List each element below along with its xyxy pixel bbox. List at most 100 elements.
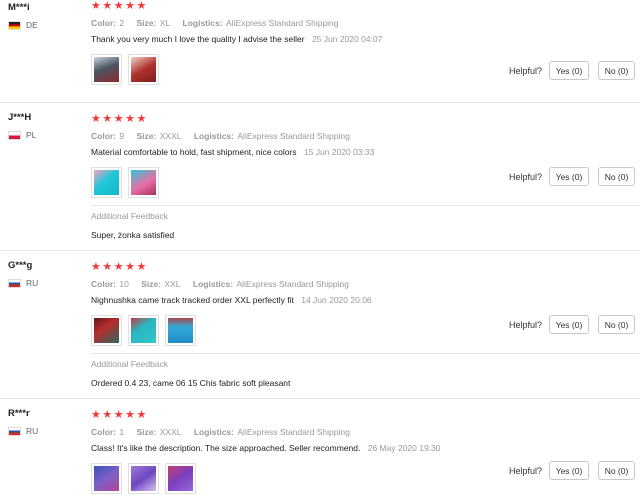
flag-de-icon [8,20,21,30]
helpful-yes-button[interactable]: Yes (0) [549,61,589,80]
review-item: R***r RU ★★★★★ Color: 1 Size: XXXL Logis… [0,400,640,501]
color-value: 2 [119,18,125,28]
purple-dress-photo-image [168,466,193,491]
color-label: Color: [91,427,117,437]
star-rating: ★★★★★ [91,113,148,125]
reviewer-country: PL [8,130,78,140]
review-comment: Nighnushka came track tracked order XXL … [91,295,511,306]
reviewer-info: G***g RU [8,260,78,288]
reviewer-info: M***i DE [8,2,78,30]
size-value: XXL [164,279,181,289]
helpful-yes-button[interactable]: Yes (0) [549,315,589,334]
review-date: 15 Jun 2020 03:33 [303,147,375,157]
review-photos [91,54,511,85]
additional-feedback: Additional Feedback Ordered 0.4 23, came… [91,353,640,389]
review-photo-thumbnail[interactable] [165,315,196,346]
helpful-no-button[interactable]: No (0) [598,61,635,80]
helpful-label: Helpful? [509,171,543,182]
country-code: RU [26,278,39,288]
reviewer-country: RU [8,426,78,436]
helpful-vote: Helpful? Yes (0) No (0) [509,461,635,480]
flag-pl-icon [8,130,21,140]
size-label: Size: [136,427,157,437]
review-content: ★★★★★ Color: 10 Size: XXL Logistics: Ali… [91,261,511,346]
review-content: ★★★★★ Color: 9 Size: XXXL Logistics: Ali… [91,113,511,198]
color-label: Color: [91,18,117,28]
logistics-value: AliExpress Standard Shipping [237,131,350,141]
additional-feedback-title: Additional Feedback [91,211,169,221]
helpful-yes-button[interactable]: Yes (0) [549,461,589,480]
helpful-vote: Helpful? Yes (0) No (0) [509,167,635,186]
size-label: Size: [141,279,162,289]
helpful-no-button[interactable]: No (0) [598,167,635,186]
blue-dress-photo-image [168,318,193,343]
review-item: J***H PL ★★★★★ Color: 9 Size: XXXL Logis… [0,104,640,251]
logistics-label: Logistics: [192,279,234,289]
review-photo-thumbnail[interactable] [165,463,196,494]
review-photos [91,167,511,198]
logistics-value: AliExpress Standard Shipping [226,18,339,28]
helpful-vote: Helpful? Yes (0) No (0) [509,315,635,334]
review-photo-thumbnail[interactable] [91,463,122,494]
review-comment: Material comfortable to hold, fast shipm… [91,147,511,158]
logistics-label: Logistics: [193,131,235,141]
review-photos [91,315,511,346]
color-label: Color: [91,279,117,289]
star-rating: ★★★★★ [91,0,148,12]
review-content: ★★★★★ Color: 1 Size: XXXL Logistics: Ali… [91,409,511,494]
review-content: ★★★★★ Color: 2 Size: XL Logistics: AliEx… [91,0,511,85]
review-photo-thumbnail[interactable] [128,463,159,494]
additional-feedback-text: Super, żonka satisfied [91,230,175,240]
purple-set-photo-image [131,466,156,491]
reviewer-info: R***r RU [8,408,78,436]
reviewer-country: RU [8,278,78,288]
additional-feedback-title: Additional Feedback [91,359,169,369]
flag-ru-icon [8,426,21,436]
blue-set-photo-image [94,466,119,491]
additional-feedback: Additional Feedback Super, żonka satisfi… [91,205,640,241]
color-value: 9 [119,131,125,141]
review-date: 14 Jun 2020 20:06 [301,295,372,305]
logistics-label: Logistics: [182,18,223,28]
review-photo-thumbnail[interactable] [128,315,159,346]
shirt-photo-image [94,57,119,82]
cyan-garment-photo-image [94,170,119,195]
pink-garment-photo-image [131,170,156,195]
red-garment-photo-image [131,57,156,82]
flag-ru-icon [8,278,21,288]
review-photo-thumbnail[interactable] [91,315,122,346]
review-photo-thumbnail[interactable] [128,54,159,85]
order-info: Color: 2 Size: XL Logistics: AliExpress … [91,18,511,28]
order-info: Color: 9 Size: XXXL Logistics: AliExpres… [91,131,511,141]
size-label: Size: [136,131,157,141]
comment-text: Material comfortable to hold, fast shipm… [91,147,297,157]
review-date: 25 Jun 2020 04:07 [311,34,383,44]
reviewer-name: R***r [8,408,30,419]
helpful-no-button[interactable]: No (0) [598,315,635,334]
helpful-label: Helpful? [509,319,543,330]
country-code: DE [26,20,38,30]
review-comment: Thank you very much I love the quality I… [91,34,511,45]
review-comment: Class! It's like the description. The si… [91,443,511,454]
review-item: M***i DE ★★★★★ Color: 2 Size: XL Logisti… [0,0,640,103]
helpful-yes-button[interactable]: Yes (0) [549,167,589,186]
star-rating: ★★★★★ [91,261,148,273]
review-photo-thumbnail[interactable] [91,167,122,198]
order-info: Color: 10 Size: XXL Logistics: AliExpres… [91,279,511,289]
size-value: XXXL [159,131,182,141]
size-value: XXXL [159,427,182,437]
review-photos [91,463,511,494]
comment-text: Nighnushka came track tracked order XXL … [91,295,294,305]
comment-text: Class! It's like the description. The si… [91,443,361,453]
order-info: Color: 1 Size: XXXL Logistics: AliExpres… [91,427,511,437]
logistics-value: AliExpress Standard Shipping [237,427,350,437]
reviewer-name: G***g [8,260,33,271]
reviewer-country: DE [8,20,78,30]
review-photo-thumbnail[interactable] [91,54,122,85]
helpful-no-button[interactable]: No (0) [598,461,635,480]
helpful-label: Helpful? [509,65,543,76]
size-label: Size: [136,18,157,28]
review-photo-thumbnail[interactable] [128,167,159,198]
size-value: XL [159,18,171,28]
color-value: 10 [119,279,129,289]
